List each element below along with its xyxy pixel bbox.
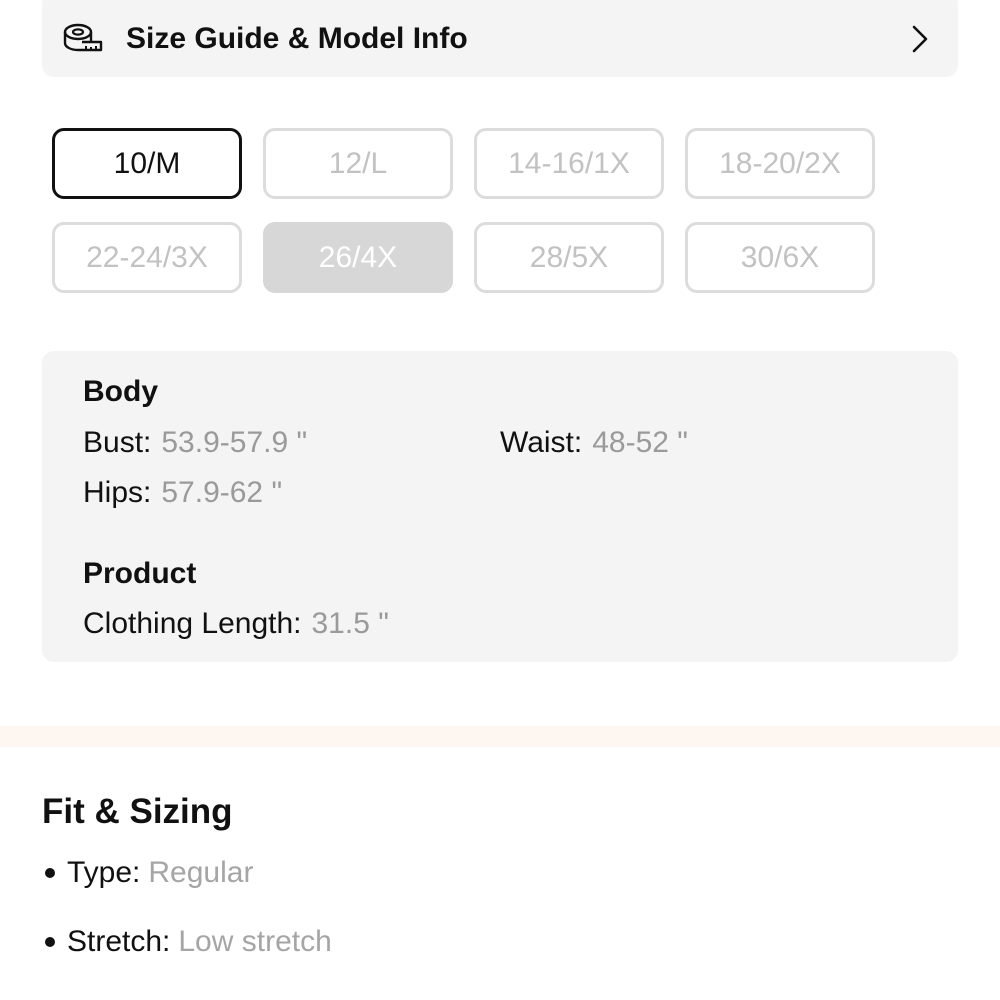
size-option-30-6x[interactable]: 30/6X xyxy=(685,222,875,293)
hips-value: 57.9-62 " xyxy=(161,476,283,509)
size-option-14-16-1x[interactable]: 14-16/1X xyxy=(474,128,664,199)
chevron-right-icon xyxy=(908,23,932,55)
bust-value: 53.9-57.9 " xyxy=(161,426,308,459)
size-option-28-5x[interactable]: 28/5X xyxy=(474,222,664,293)
fit-stretch-label: Stretch: xyxy=(67,925,171,958)
measuring-tape-icon xyxy=(62,21,106,57)
fit-type-label: Type: xyxy=(67,856,141,889)
size-option-12-l[interactable]: 12/L xyxy=(263,128,453,199)
section-divider xyxy=(0,726,1000,747)
bust-label: Bust: xyxy=(83,426,152,459)
size-option-22-24-3x[interactable]: 22-24/3X xyxy=(52,222,242,293)
size-guide-title: Size Guide & Model Info xyxy=(126,21,468,55)
waist-label: Waist: xyxy=(500,426,583,459)
hips-label: Hips: xyxy=(83,476,152,509)
body-heading: Body xyxy=(83,375,158,408)
fit-type-value: Regular xyxy=(148,856,254,889)
size-selector: 10/M 12/L 14-16/1X 18-20/2X 22-24/3X 26/… xyxy=(52,128,882,293)
hips-measurement: Hips: 57.9-62 " xyxy=(83,476,282,510)
size-option-26-4x[interactable]: 26/4X xyxy=(263,222,453,293)
fit-sizing-heading: Fit & Sizing xyxy=(42,792,233,831)
size-guide-link[interactable]: Size Guide & Model Info xyxy=(42,0,958,77)
fit-stretch-value: Low stretch xyxy=(178,925,332,958)
bust-measurement: Bust: 53.9-57.9 " xyxy=(83,426,307,460)
bullet-icon xyxy=(45,868,55,878)
fit-type-item: Type: Regular xyxy=(42,856,253,890)
clothing-length-label: Clothing Length: xyxy=(83,607,302,640)
clothing-length-measurement: Clothing Length: 31.5 " xyxy=(83,607,389,641)
size-option-18-20-2x[interactable]: 18-20/2X xyxy=(685,128,875,199)
measurement-card: Body Bust: 53.9-57.9 " Waist: 48-52 " Hips… xyxy=(42,351,958,662)
size-option-10-m[interactable]: 10/M xyxy=(52,128,242,199)
product-size-panel: Size Guide & Model Info 10/M 12/L 14-16/… xyxy=(0,0,1000,1000)
bullet-icon xyxy=(45,937,55,947)
waist-measurement: Waist: 48-52 " xyxy=(500,426,688,460)
fit-stretch-item: Stretch: Low stretch xyxy=(42,925,332,959)
waist-value: 48-52 " xyxy=(592,426,688,459)
clothing-length-value: 31.5 " xyxy=(311,607,389,640)
product-heading: Product xyxy=(83,557,197,590)
